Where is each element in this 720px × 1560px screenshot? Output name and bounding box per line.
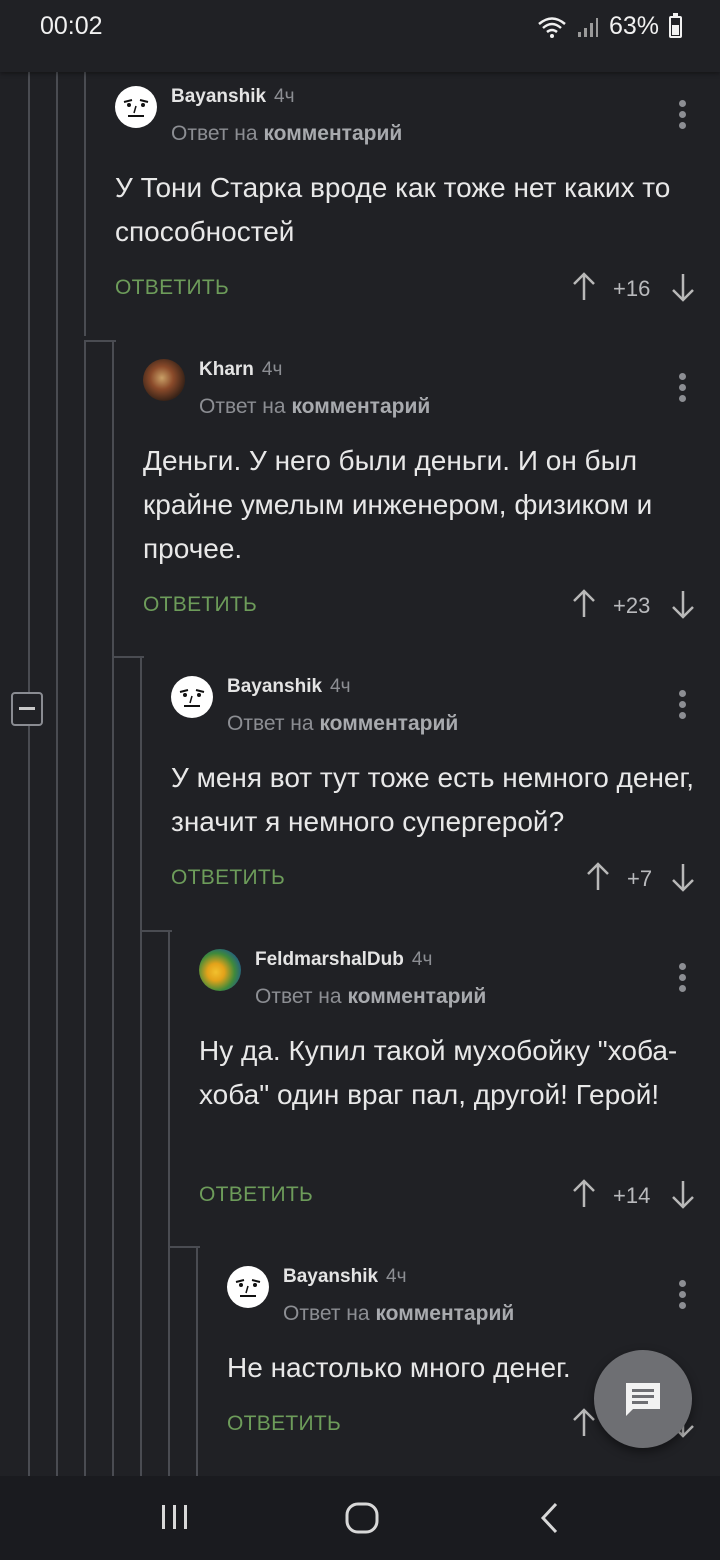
write-comment-button[interactable] xyxy=(594,1350,692,1448)
signal-icon xyxy=(577,16,599,38)
thread-line[interactable] xyxy=(84,72,86,336)
status-time: 00:02 xyxy=(40,12,103,40)
more-vertical-icon[interactable] xyxy=(679,690,687,720)
comment-rating: +16 xyxy=(613,276,651,301)
reply-to-link[interactable]: Ответ на комментарий xyxy=(283,1302,514,1326)
comment-author[interactable]: Kharn 4ч xyxy=(199,359,282,381)
reply-button[interactable]: ОТВЕТИТЬ xyxy=(171,866,285,890)
comment-author[interactable]: Bayanshik 4ч xyxy=(171,86,295,108)
avatar[interactable] xyxy=(227,1266,269,1308)
avatar[interactable] xyxy=(171,676,213,718)
avatar[interactable] xyxy=(115,86,157,128)
comment: Bayanshik 4ч Ответ на комментарий У Тони … xyxy=(115,86,705,316)
thread-line[interactable] xyxy=(112,340,114,1476)
reply-to-link[interactable]: Ответ на комментарий xyxy=(227,712,458,736)
comment-time: 4ч xyxy=(274,86,295,107)
comment: FeldmarshalDub 4ч Ответ на комментарий Ну… xyxy=(199,949,705,1219)
comment-icon xyxy=(626,1383,660,1416)
battery-percent: 63% xyxy=(608,12,659,40)
thread-line[interactable] xyxy=(84,340,86,1476)
comment-rating: +14 xyxy=(613,1183,651,1208)
arrow-up-icon[interactable] xyxy=(585,862,611,892)
avatar[interactable] xyxy=(143,359,185,401)
comment-rating: +7 xyxy=(627,866,653,891)
comment-author[interactable]: FeldmarshalDub 4ч xyxy=(255,949,432,971)
comment-time: 4ч xyxy=(330,676,351,697)
comment-time: 4ч xyxy=(411,949,433,970)
status-icons: 63% xyxy=(537,12,682,41)
arrow-up-icon[interactable] xyxy=(571,272,597,302)
thread-line[interactable] xyxy=(140,656,142,1476)
arrow-down-icon[interactable] xyxy=(670,862,696,892)
reply-to-link[interactable]: Ответ на комментарий xyxy=(255,985,486,1009)
more-vertical-icon[interactable] xyxy=(679,100,687,130)
reply-button[interactable]: ОТВЕТИТЬ xyxy=(115,276,229,300)
back-icon[interactable] xyxy=(538,1502,562,1539)
battery-icon xyxy=(669,12,682,38)
more-vertical-icon[interactable] xyxy=(679,963,687,993)
reply-button[interactable]: ОТВЕТИТЬ xyxy=(199,1183,313,1207)
comment-text: У Тони Старка вроде как тоже нет каких т… xyxy=(115,172,671,247)
arrow-up-icon[interactable] xyxy=(571,1179,597,1209)
status-bar: 00:02 63% xyxy=(0,0,720,72)
thread-line[interactable] xyxy=(56,72,58,1476)
more-vertical-icon[interactable] xyxy=(679,1280,687,1310)
comment-text: Ну да. Купил такой мухобойку "хоба-хоба"… xyxy=(199,1035,678,1110)
comment-text: У меня вот тут тоже есть немного денег, … xyxy=(171,762,695,837)
navigation-bar xyxy=(0,1476,720,1560)
comment-text: Деньги. У него были деньги. И он был кра… xyxy=(143,445,653,564)
wifi-icon xyxy=(537,16,567,38)
collapse-thread-button[interactable] xyxy=(11,692,43,726)
comment: Kharn 4ч Ответ на комментарий Деньги. У н… xyxy=(143,359,705,629)
avatar[interactable] xyxy=(199,949,241,991)
reply-button[interactable]: ОТВЕТИТЬ xyxy=(143,593,257,617)
more-vertical-icon[interactable] xyxy=(679,373,687,403)
comment-time: 4ч xyxy=(261,359,283,380)
thread-line[interactable] xyxy=(28,72,30,1476)
reply-to-link[interactable]: Ответ на комментарий xyxy=(171,122,402,146)
arrow-down-icon[interactable] xyxy=(670,589,696,619)
thread-line[interactable] xyxy=(196,1246,198,1476)
comment-author[interactable]: Bayanshik 4ч xyxy=(283,1266,407,1288)
comment-author[interactable]: Bayanshik 4ч xyxy=(227,676,351,698)
comment-rating: +23 xyxy=(613,593,651,618)
comment: Bayanshik 4ч Ответ на комментарий У меня … xyxy=(171,676,705,906)
reply-to-link[interactable]: Ответ на комментарий xyxy=(199,395,430,419)
arrow-down-icon[interactable] xyxy=(670,272,696,302)
thread-line[interactable] xyxy=(168,930,170,1476)
recent-apps-icon[interactable] xyxy=(160,1502,190,1537)
arrow-up-icon[interactable] xyxy=(571,589,597,619)
comment-time: 4ч xyxy=(386,1266,407,1287)
reply-button[interactable]: ОТВЕТИТЬ xyxy=(227,1412,341,1436)
arrow-down-icon[interactable] xyxy=(670,1179,696,1209)
home-icon[interactable] xyxy=(345,1502,379,1539)
arrow-up-icon[interactable] xyxy=(571,1408,597,1438)
